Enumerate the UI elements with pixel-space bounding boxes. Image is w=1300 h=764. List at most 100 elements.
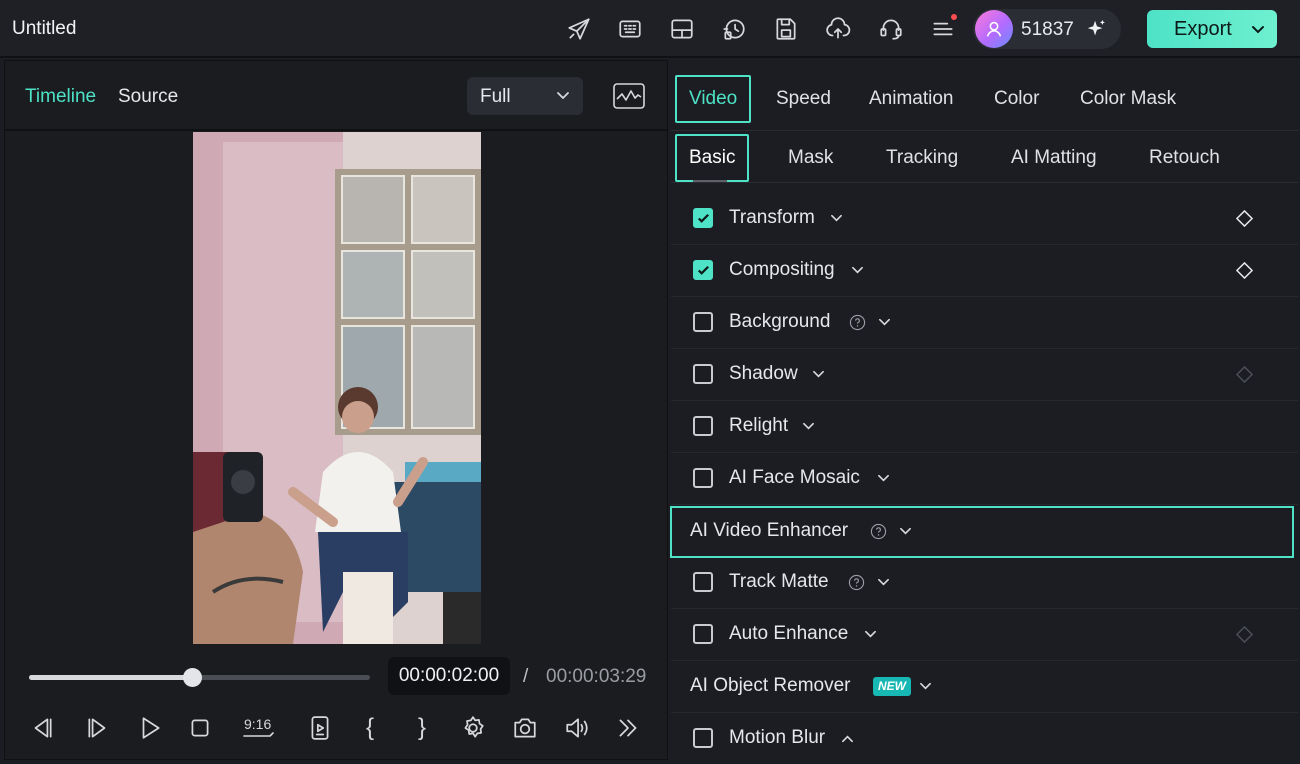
keyframe-icon [1236,366,1253,383]
chevron-down-icon[interactable] [802,420,815,433]
chevron-down-icon[interactable] [830,212,843,225]
waveform-scope-icon[interactable] [613,83,645,109]
prop-label: AI Object Remover [690,675,851,696]
prop-row-transform[interactable]: Transform [671,193,1298,245]
keyframe-icon[interactable] [1236,210,1253,227]
mark-in-icon[interactable]: { [355,713,385,743]
video-frame-image [193,132,481,644]
prop-row-ai-face-mosaic[interactable]: AI Face Mosaic [671,453,1298,505]
tab-color[interactable]: Color [994,75,1039,123]
video-preview[interactable] [193,132,481,644]
prop-row-motion-blur[interactable]: Motion Blur [671,713,1298,764]
prop-label: Track Matte [729,571,829,592]
aspect-ratio-icon[interactable]: 9:16 [240,713,276,743]
prop-row-ai-object-remover[interactable]: AI Object Remover NEW [671,661,1298,713]
avatar[interactable] [975,10,1013,48]
motion-blur-checkbox[interactable] [693,728,713,748]
scrubber-progress [29,675,193,680]
export-label: Export [1174,18,1232,40]
volume-icon[interactable] [562,713,592,743]
prop-row-auto-enhance[interactable]: Auto Enhance [671,609,1298,661]
next-frame-icon[interactable] [83,713,113,743]
tab-timeline[interactable]: Timeline [25,86,96,108]
save-icon[interactable] [771,14,801,44]
menu-icon[interactable] [928,14,958,44]
background-checkbox[interactable] [693,312,713,332]
more-icon[interactable] [613,713,643,743]
scrubber-handle[interactable] [182,668,202,687]
prop-label: Auto Enhance [729,623,849,644]
zoom-value: Full [480,86,511,107]
prev-frame-icon[interactable] [27,713,57,743]
relight-checkbox[interactable] [693,416,713,436]
subtab-tracking[interactable]: Tracking [886,134,958,182]
tab-animation[interactable]: Animation [869,75,954,123]
mark-in-label: { [365,714,374,741]
shadow-checkbox[interactable] [693,364,713,384]
inspector-panel: Video Speed Animation Color Color Mask B… [670,60,1298,764]
chevron-down-icon[interactable] [812,368,825,381]
compositing-checkbox[interactable] [693,260,713,280]
cloud-upload-icon[interactable] [823,14,853,44]
chevron-down-icon[interactable] [877,576,890,589]
tab-speed[interactable]: Speed [776,75,831,123]
chevron-down-icon[interactable] [919,680,932,693]
chevron-down-icon[interactable] [851,264,864,277]
export-button[interactable]: Export [1147,10,1277,48]
history-icon[interactable] [719,14,749,44]
prop-label: Background [729,311,831,332]
transform-checkbox[interactable] [693,208,713,228]
prop-row-shadow[interactable]: Shadow [671,349,1298,401]
prop-row-compositing[interactable]: Compositing [671,245,1298,297]
total-duration: 00:00:03:29 [546,666,647,687]
layout-icon[interactable] [667,14,697,44]
mark-out-label: } [417,714,426,741]
support-icon[interactable] [876,14,906,44]
prop-row-background[interactable]: Background [671,297,1298,349]
chevron-down-icon[interactable] [899,525,912,538]
chevron-down-icon[interactable] [1251,23,1265,37]
prop-label: AI Face Mosaic [729,467,860,488]
tab-source[interactable]: Source [118,86,178,108]
stop-icon[interactable] [185,713,215,743]
help-icon[interactable] [848,574,865,591]
current-timecode[interactable]: 00:00:02:00 [388,657,510,695]
clip-marker-icon[interactable] [305,713,335,743]
subtab-ai-matting[interactable]: AI Matting [1011,134,1097,182]
subtab-basic[interactable]: Basic [675,134,750,182]
chevron-down-icon[interactable] [877,472,890,485]
auto-enhance-checkbox[interactable] [693,624,713,644]
help-icon[interactable] [870,523,887,540]
mark-out-icon[interactable]: } [407,713,437,743]
playback-scrubber[interactable] [29,668,370,687]
divider [671,182,1298,183]
prop-row-track-matte[interactable]: Track Matte [671,557,1298,609]
prop-row-ai-video-enhancer[interactable]: AI Video Enhancer [670,506,1294,558]
tab-video[interactable]: Video [675,75,752,123]
zoom-select[interactable]: Full [467,77,583,115]
keyframe-icon [1236,626,1253,643]
account-credits[interactable]: 51837 [973,9,1121,49]
keyboard-icon[interactable] [615,14,645,44]
sparkle-icon [1087,19,1105,36]
ai-face-mosaic-checkbox[interactable] [693,468,713,488]
chevron-down-icon [557,92,569,100]
prop-row-relight[interactable]: Relight [671,401,1298,453]
send-icon[interactable] [564,14,594,44]
prop-label: Transform [729,207,815,228]
credits-count: 51837 [1021,19,1074,40]
prop-label: Motion Blur [729,727,826,748]
help-icon[interactable] [849,314,866,331]
play-icon[interactable] [135,713,165,743]
divider [671,130,1298,131]
chevron-down-icon[interactable] [878,316,891,329]
tab-color-mask[interactable]: Color Mask [1080,75,1176,123]
settings-icon[interactable] [458,713,488,743]
chevron-down-icon[interactable] [864,628,877,641]
track-matte-checkbox[interactable] [693,572,713,592]
subtab-mask[interactable]: Mask [788,134,833,182]
keyframe-icon[interactable] [1236,262,1253,279]
snapshot-icon[interactable] [510,713,540,743]
subtab-retouch[interactable]: Retouch [1149,134,1220,182]
chevron-up-icon[interactable] [841,732,854,745]
